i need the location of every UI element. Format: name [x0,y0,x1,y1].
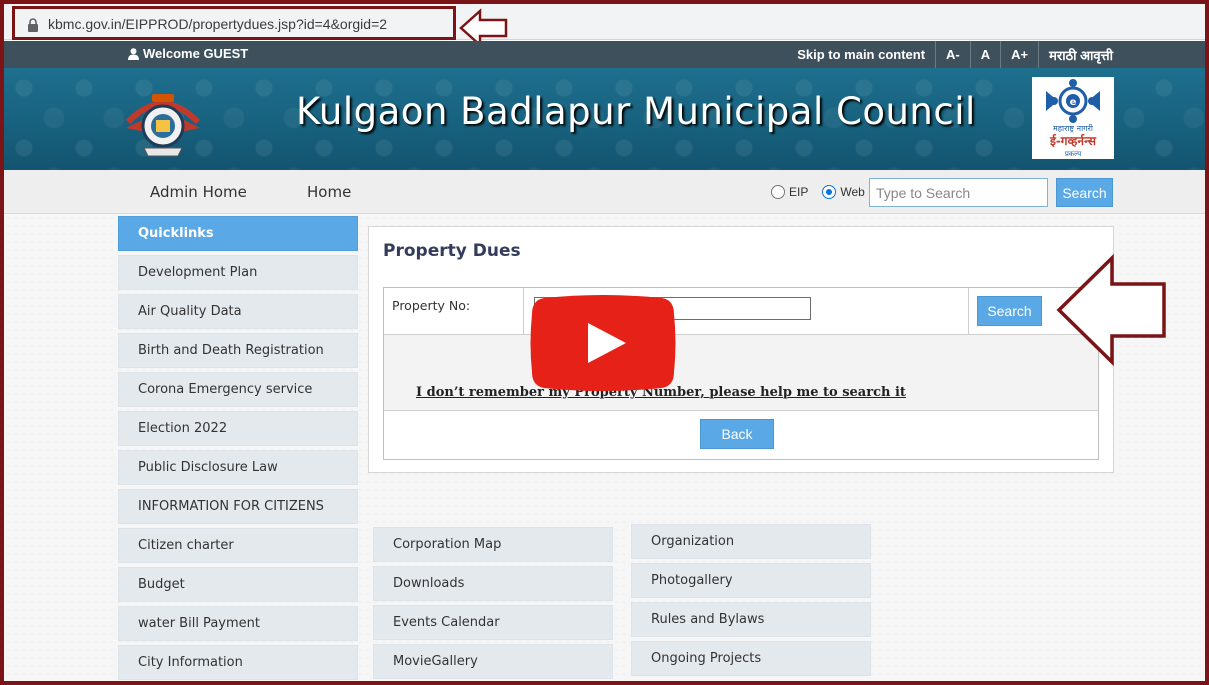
content-area: Quicklinks Development Plan Air Quality … [4,214,1205,681]
svg-text:प्रकल्प: प्रकल्प [1065,150,1082,158]
council-emblem-logo[interactable] [122,82,204,158]
sidebar-item-quicklinks[interactable]: Quicklinks [118,216,358,251]
property-number-label: Property No: [384,288,524,335]
sidebar-item-air-quality[interactable]: Air Quality Data [118,294,358,329]
svg-text:e: e [1070,97,1077,108]
property-form: Property No: Search I don’t remember my … [383,287,1099,460]
sidebar-item-development-plan[interactable]: Development Plan [118,255,358,290]
radio-eip-label: EIP [789,185,809,199]
skip-to-main-link[interactable]: Skip to main content [787,47,935,62]
search-scope-radios: EIP Web [771,185,865,199]
link-ongoing-projects[interactable]: Ongoing Projects [631,641,871,676]
url-highlight-box[interactable]: kbmc.gov.in/EIPPROD/propertydues.jsp?id=… [12,6,456,40]
sidebar-item-water-bill[interactable]: water Bill Payment [118,606,358,641]
sidebar-item-public-disclosure[interactable]: Public Disclosure Law [118,450,358,485]
url-text: kbmc.gov.in/EIPPROD/propertydues.jsp?id=… [48,16,388,32]
radio-web[interactable] [822,185,837,199]
property-dues-panel: Property Dues Property No: Search I don’… [368,226,1114,473]
site-search-input[interactable] [869,178,1048,207]
egov-emblem-icon: e महाराष्ट्र नागरी ई-गव्हर्नन्स प्रकल्प [1046,79,1100,158]
link-downloads[interactable]: Downloads [373,566,613,601]
main-navigation: Admin Home Home EIP Web Search [4,170,1205,214]
egovernance-logo[interactable]: e महाराष्ट्र नागरी ई-गव्हर्नन्स प्रकल्प [1032,77,1114,159]
marathi-version-link[interactable]: मराठी आवृत्ती [1038,41,1113,68]
nav-home[interactable]: Home [307,183,351,201]
sidebar-item-corona[interactable]: Corona Emergency service [118,372,358,407]
accessibility-links: Skip to main content A- A A+ मराठी आवृत्… [787,41,1113,68]
nav-admin-home[interactable]: Admin Home [150,183,247,201]
browser-address-bar: kbmc.gov.in/EIPPROD/propertydues.jsp?id=… [4,4,1205,48]
link-corporation-map[interactable]: Corporation Map [373,527,613,562]
sidebar-item-citizen-charter[interactable]: Citizen charter [118,528,358,563]
lock-icon [28,18,38,32]
svg-text:महाराष्ट्र नागरी: महाराष्ट्र नागरी [1053,123,1094,133]
font-increase-button[interactable]: A+ [1000,41,1038,68]
welcome-message: Welcome GUEST [128,46,248,61]
back-button[interactable]: Back [700,419,774,449]
font-decrease-button[interactable]: A- [935,41,970,68]
link-photogallery[interactable]: Photogallery [631,563,871,598]
header-banner: Kulgaon Badlapur Municipal Council e महा… [4,68,1205,170]
svg-text:ई-गव्हर्नन्स: ई-गव्हर्नन्स [1049,134,1097,148]
radio-web-label: Web [840,185,865,199]
top-utility-bar: Welcome GUEST Skip to main content A- A … [4,41,1205,68]
font-normal-button[interactable]: A [969,41,1000,68]
link-organization[interactable]: Organization [631,524,871,559]
property-number-row: Property No: Search [384,288,1098,335]
site-title: Kulgaon Badlapur Municipal Council [296,90,976,133]
help-row: I don’t remember my Property Number, ple… [384,335,1098,411]
links-column-2: Organization Photogallery Rules and Byla… [631,524,871,680]
user-icon [128,47,139,60]
link-rules-bylaws[interactable]: Rules and Bylaws [631,602,871,637]
youtube-play-icon[interactable] [530,294,676,392]
sidebar-item-budget[interactable]: Budget [118,567,358,602]
back-row: Back [384,411,1098,459]
left-arrow-annotation-icon [1056,254,1166,366]
sidebar-item-city-information[interactable]: City Information [118,645,358,680]
site-search-button[interactable]: Search [1056,178,1113,207]
sidebar-item-election[interactable]: Election 2022 [118,411,358,446]
property-search-button[interactable]: Search [977,296,1042,326]
links-column-1: Corporation Map Downloads Events Calenda… [373,527,613,683]
radio-eip[interactable] [771,185,785,199]
sidebar-item-information-citizens[interactable]: INFORMATION FOR CITIZENS [118,489,358,524]
page-title: Property Dues [383,241,521,261]
link-movie-gallery[interactable]: MovieGallery [373,644,613,679]
sidebar-item-birth-death[interactable]: Birth and Death Registration [118,333,358,368]
quicklinks-sidebar: Quicklinks Development Plan Air Quality … [118,216,358,684]
link-events-calendar[interactable]: Events Calendar [373,605,613,640]
welcome-text: Welcome GUEST [143,46,249,61]
